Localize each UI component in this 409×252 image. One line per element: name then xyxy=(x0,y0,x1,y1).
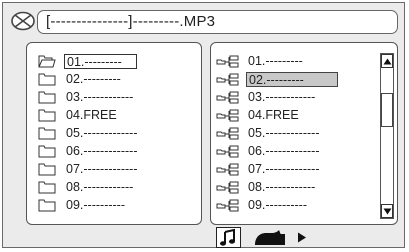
disc-icon xyxy=(11,11,35,31)
media-type-bar xyxy=(3,227,406,249)
folder-label: 06.------------- xyxy=(66,143,138,158)
folder-label: 03.------------ xyxy=(66,89,134,104)
folder-list-item[interactable]: 08.------------ xyxy=(38,178,135,196)
scroll-down-button[interactable] xyxy=(381,204,393,218)
file-list-item[interactable]: 01.--------- xyxy=(216,52,305,70)
file-label: 01.--------- xyxy=(248,53,303,68)
folder-icon xyxy=(38,163,56,175)
file-list-item[interactable]: 03.------------ xyxy=(216,88,317,106)
folder-list-item[interactable]: 03.------------ xyxy=(38,88,135,106)
folder-label: 09.---------- xyxy=(66,197,126,212)
file-label: 03.------------ xyxy=(248,89,316,104)
file-label: 08.------------ xyxy=(248,179,316,194)
folder-icon xyxy=(38,199,56,211)
folder-icon xyxy=(38,181,56,193)
file-list-item[interactable]: 06.------------- xyxy=(216,142,322,160)
folder-tree-icon xyxy=(216,73,239,85)
photo-icon[interactable] xyxy=(253,229,287,247)
folder-label: 08.------------ xyxy=(66,179,134,194)
folder-list-item[interactable]: 09.---------- xyxy=(38,196,127,214)
scroll-up-button[interactable] xyxy=(381,54,393,68)
folder-tree-icon xyxy=(216,55,239,67)
file-label: 04.FREE xyxy=(248,107,299,122)
folder-open-icon xyxy=(38,55,56,67)
folder-list-item[interactable]: 02.--------- xyxy=(38,70,123,88)
folder-tree-icon xyxy=(216,127,239,139)
folder-tree-icon xyxy=(216,181,239,193)
file-label: 05.------------- xyxy=(248,125,320,140)
scrollbar[interactable] xyxy=(380,53,394,219)
file-list-item[interactable]: 05.------------- xyxy=(216,124,322,142)
folder-label: 01.--------- xyxy=(64,53,137,69)
folder-tree-icon xyxy=(216,145,239,157)
music-note-icon xyxy=(220,228,235,246)
folder-label: 07.------------- xyxy=(66,161,138,176)
file-list-panel: 01.--------- 02.--------- 03.-----------… xyxy=(210,42,398,225)
folder-icon xyxy=(38,145,56,157)
file-browser-window: [---------------]---------.MP3 01.------… xyxy=(2,2,405,248)
arrow-down-icon xyxy=(383,208,391,214)
folder-icon xyxy=(38,127,56,139)
music-mode-button[interactable] xyxy=(216,227,241,248)
folder-list-item[interactable]: 05.------------- xyxy=(38,124,140,142)
folder-tree-icon xyxy=(216,91,239,103)
scroll-thumb[interactable] xyxy=(381,93,393,127)
folder-label: 02.--------- xyxy=(66,71,121,86)
file-label: 07.------------- xyxy=(248,161,320,176)
arrow-up-icon xyxy=(383,58,391,64)
file-list-item[interactable]: 02.--------- xyxy=(216,70,338,88)
folder-tree-icon xyxy=(216,109,239,121)
folder-list-panel: 01.--------- 02.--------- 03.-----------… xyxy=(26,42,202,225)
folder-tree-icon xyxy=(216,163,239,175)
folder-list-item[interactable]: 06.------------- xyxy=(38,142,140,160)
folder-label: 04.FREE xyxy=(66,107,117,122)
folder-icon xyxy=(38,109,56,121)
folder-tree-icon xyxy=(216,199,239,211)
file-list-item[interactable]: 08.------------ xyxy=(216,178,317,196)
folder-list-item[interactable]: 01.--------- xyxy=(38,52,137,70)
file-list-item[interactable]: 07.------------- xyxy=(216,160,322,178)
folder-list-item[interactable]: 04.FREE xyxy=(38,106,119,124)
file-list-item[interactable]: 04.FREE xyxy=(216,106,301,124)
file-label: 09.---------- xyxy=(248,197,308,212)
current-path: [---------------]---------.MP3 xyxy=(37,10,398,34)
folder-icon xyxy=(38,73,56,85)
folder-icon xyxy=(38,91,56,103)
play-icon[interactable] xyxy=(297,232,307,243)
folder-label: 05.------------- xyxy=(66,125,138,140)
folder-list-item[interactable]: 07.------------- xyxy=(38,160,140,178)
file-label: 06.------------- xyxy=(248,143,320,158)
file-list-item[interactable]: 09.---------- xyxy=(216,196,309,214)
file-label-selected: 02.--------- xyxy=(246,71,338,87)
